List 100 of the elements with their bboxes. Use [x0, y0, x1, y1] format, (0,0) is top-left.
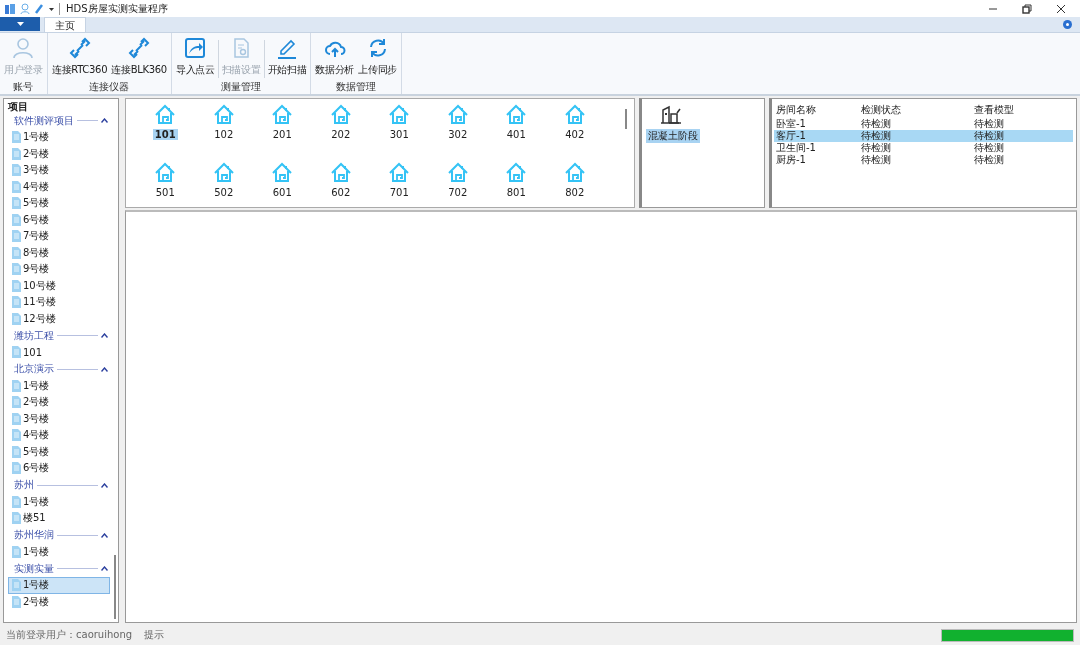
table-cell-text: 待检测 — [860, 154, 892, 166]
unit-label[interactable]: 501 — [153, 187, 177, 198]
unit-label[interactable]: 202 — [329, 129, 353, 140]
table-cell-text: 待检测 — [973, 154, 1005, 166]
document-icon — [11, 578, 22, 593]
table-cell-text: 厨房-1 — [775, 154, 807, 166]
ribbon-group-label: 连接仪器 — [88, 80, 131, 94]
unit-label[interactable]: 101 — [152, 129, 178, 140]
tree-item[interactable]: 6号楼 — [8, 460, 110, 477]
document-icon — [11, 146, 22, 161]
unit-label[interactable]: 601 — [270, 187, 294, 198]
tree-group-header[interactable]: 实测实量 — [8, 560, 112, 577]
tree-item[interactable]: 5号楼 — [8, 443, 110, 460]
unit-label[interactable]: 402 — [563, 129, 587, 140]
tree-group-header[interactable]: 北京演示 — [8, 360, 112, 378]
unit-label[interactable]: 301 — [387, 129, 411, 140]
tree-item[interactable]: 6号楼 — [8, 211, 110, 228]
tree-item[interactable]: 12号楼 — [8, 310, 110, 327]
ribbon-tab[interactable]: 主页 — [44, 17, 86, 32]
table-row[interactable]: 客厅-1 待检测 待检测 — [774, 130, 1073, 142]
document-icon — [11, 594, 22, 609]
document-icon — [11, 229, 22, 244]
tree-item[interactable]: 9号楼 — [8, 261, 110, 278]
ribbon-button[interactable]: 连接RTC360 — [49, 36, 110, 80]
document-icon — [11, 311, 22, 326]
tree-item[interactable]: 10号楼 — [8, 277, 110, 294]
tree-item[interactable]: 1号楼 — [8, 493, 110, 510]
tree-group-header[interactable]: 潍坊工程 — [8, 327, 112, 344]
tree-item[interactable]: 5号楼 — [8, 195, 110, 212]
user-icon — [12, 37, 35, 59]
table-row[interactable]: 卫生间-1 待检测 待检测 — [774, 142, 1073, 154]
chevron-icon — [101, 566, 108, 571]
chevron-icon — [101, 482, 108, 488]
unit-label[interactable]: 502 — [212, 187, 236, 198]
table-row[interactable]: 卧室-1 待检测 待检测 — [774, 118, 1073, 130]
table-cell-text: 卧室-1 — [775, 118, 807, 130]
user-icon — [20, 2, 30, 15]
document-icon — [11, 461, 22, 476]
ribbon-button[interactable]: 数据分析 — [313, 36, 357, 80]
document-icon — [11, 345, 22, 360]
tree-group-header[interactable]: 苏州华润 — [8, 526, 112, 544]
unit-label[interactable]: 702 — [446, 187, 470, 198]
tree-item[interactable]: 3号楼 — [8, 162, 110, 179]
hint-text: 提示 — [144, 628, 165, 642]
table-cell-text: 客厅-1 — [775, 130, 807, 142]
unit-label[interactable]: 801 — [504, 187, 528, 198]
ribbon-button[interactable]: 连接BLK360 — [109, 36, 169, 80]
ribbon-group-label: 账号 — [12, 80, 35, 94]
tree-group-header[interactable]: 软件测评项目 — [8, 112, 112, 129]
tree-item[interactable]: 1号楼 — [8, 577, 110, 594]
table-cell-text: 卫生间-1 — [775, 142, 817, 154]
chevron-icon — [101, 333, 108, 338]
restore-icon — [1022, 3, 1032, 14]
app-icon — [4, 2, 16, 15]
document-icon — [11, 494, 22, 509]
chevron-icon — [101, 118, 108, 123]
unit-label[interactable]: 401 — [504, 129, 528, 140]
building-icon — [660, 105, 682, 125]
unit-label[interactable]: 602 — [329, 187, 353, 198]
table-cell-text: 待检测 — [973, 130, 1005, 142]
tree-item[interactable]: 1号楼 — [8, 543, 110, 560]
tree-item[interactable]: 4号楼 — [8, 178, 110, 195]
chevron-icon — [101, 532, 108, 538]
ribbon-group-label: 测量管理 — [220, 80, 263, 94]
table-cell-text: 待检测 — [860, 118, 892, 130]
ribbon-button[interactable]: 开始扫描 — [265, 36, 309, 80]
column-header[interactable]: 查看模型 — [972, 103, 1073, 118]
tree-item[interactable]: 11号楼 — [8, 294, 110, 311]
document-icon — [11, 544, 22, 559]
tree-item[interactable]: 2号楼 — [8, 394, 110, 411]
tree-item[interactable]: 2号楼 — [8, 593, 110, 610]
document-icon — [11, 378, 22, 393]
unit-label[interactable]: 802 — [563, 187, 587, 198]
ribbon-button[interactable]: 导入点云 — [173, 36, 217, 80]
window-title: HDS房屋实测实量程序 — [66, 1, 168, 16]
tree-item[interactable]: 4号楼 — [8, 427, 110, 444]
close-icon — [1056, 3, 1066, 14]
document-icon — [11, 130, 22, 145]
phase-label[interactable]: 混凝土阶段 — [646, 129, 700, 143]
pen-icon — [275, 37, 298, 59]
unit-label[interactable]: 102 — [212, 129, 236, 140]
tree-item[interactable]: 8号楼 — [8, 244, 110, 261]
tree-item[interactable]: 1号楼 — [8, 377, 110, 394]
unit-label[interactable]: 201 — [270, 129, 294, 140]
unit-label[interactable]: 302 — [446, 129, 470, 140]
ribbon-button[interactable]: 上传同步 — [356, 36, 399, 80]
column-header[interactable]: 房间名称 — [774, 103, 859, 118]
tree-item[interactable]: 101 — [8, 344, 110, 361]
tree-group-header[interactable]: 苏州 — [8, 476, 112, 494]
unit-label[interactable]: 701 — [387, 187, 411, 198]
document-icon — [11, 278, 22, 293]
tree-item[interactable]: 楼51 — [8, 510, 110, 527]
tree-item[interactable]: 7号楼 — [8, 228, 110, 245]
tree-item[interactable]: 3号楼 — [8, 410, 110, 427]
tree-item[interactable]: 2号楼 — [8, 145, 110, 162]
application-menu-button[interactable] — [0, 17, 40, 31]
column-header[interactable]: 检测状态 — [859, 103, 972, 118]
document-icon — [11, 179, 22, 194]
tree-item[interactable]: 1号楼 — [8, 129, 110, 146]
table-row[interactable]: 厨房-1 待检测 待检测 — [774, 154, 1073, 166]
